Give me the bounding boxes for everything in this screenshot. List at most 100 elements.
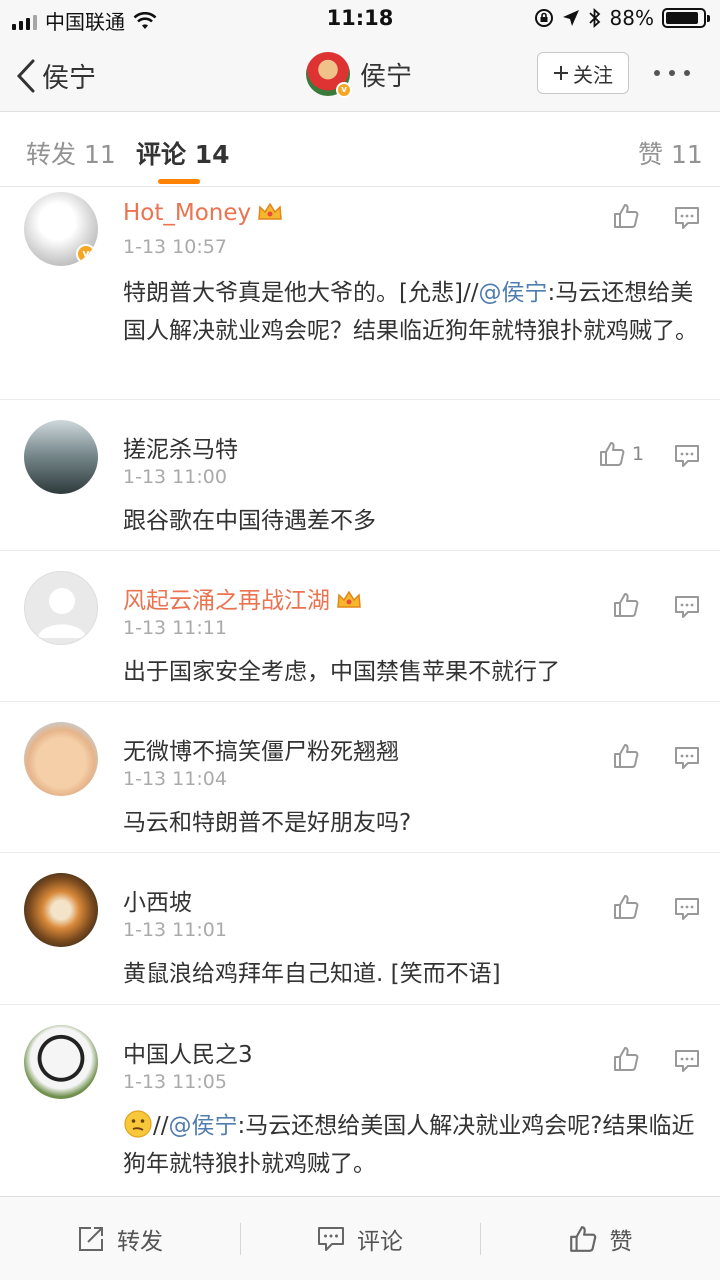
comment-text: 黄鼠浪给鸡拜年自己知道. [笑而不语] [123,955,703,993]
comment-item: 小西坡 1-13 11:01 黄鼠浪给鸡拜年自己知道. [笑而不语] [0,853,720,1005]
like-count: 1 [632,443,645,465]
chevron-left-icon [16,59,35,92]
tab-like[interactable]: 赞 11 [638,135,703,171]
like-button[interactable] [612,742,646,770]
comment-text-plain: 黄鼠浪给鸡拜年自己知道. [笑而不语] [123,961,501,987]
comment-icon [318,1226,344,1251]
thumb-up-icon [569,1225,596,1252]
follow-label: 关注 [573,62,613,87]
comment-item: 中国人民之3 1-13 11:05 //@侯宁:马云还想给美国人解决就业鸡会呢?… [0,1005,720,1195]
reply-bubble-icon[interactable] [674,897,700,921]
comment-time: 1-13 11:04 [123,768,227,790]
author-name: 搓泥杀马特 [123,437,238,463]
thinking-emoji-icon [124,1110,152,1138]
author-name: 小西坡 [123,890,192,916]
comment-author[interactable]: Hot_Money [123,200,283,226]
repost-icon [79,1226,103,1251]
comment-item: 搓泥杀马特 1-13 11:00 跟谷歌在中国待遇差不多 1 [0,400,720,551]
like-toolbar-button[interactable]: 赞 [480,1197,720,1280]
avatar[interactable] [24,722,98,796]
crown-icon [337,590,361,608]
battery-icon [662,8,710,28]
like-button[interactable] [612,202,646,230]
page-title: 侯宁 [360,61,413,92]
tab-repost[interactable]: 转发 11 [26,135,116,171]
avatar[interactable]: v [24,192,98,266]
reply-bubble-icon[interactable] [674,746,700,770]
repost-label: 转发 [117,1228,163,1255]
bluetooth-icon [588,8,600,28]
default-avatar-icon [38,588,86,638]
comment-time: 1-13 11:00 [123,466,227,488]
thumb-up-icon [614,1047,639,1071]
mention-link[interactable]: @侯宁 [478,280,547,306]
tab-comment[interactable]: 评论 14 [136,135,230,171]
follow-button[interactable]: 关注 [537,52,629,94]
like-button[interactable]: 1 [598,440,644,468]
author-name: 无微博不搞笑僵尸粉死翘翘 [123,739,399,765]
avatar[interactable] [24,873,98,947]
comment-text-plain: 马云和特朗普不是好朋友吗? [123,810,412,836]
thumb-up-icon [614,204,639,228]
battery-percent: 88% [609,6,654,30]
comment-text-plain: 跟谷歌在中国待遇差不多 [123,508,376,534]
comment-time: 1-13 11:01 [123,919,227,941]
repost-button[interactable]: 转发 [0,1197,240,1280]
comment-label: 评论 [357,1228,403,1255]
comment-time: 1-13 11:11 [123,617,227,639]
comment-time: 1-13 11:05 [123,1071,227,1093]
like-label: 赞 [609,1228,633,1255]
plus-icon [554,66,568,80]
comment-item: 风起云涌之再战江湖 1-13 11:11 出于国家安全考虑，中国禁售苹果不就行了 [0,551,720,702]
comment-item: v Hot_Money 1-13 10:57 特朗普大爷真是他大爷的。[允悲]/… [0,188,720,400]
thumb-up-icon [614,744,639,768]
tab-active-indicator [158,179,200,184]
tab-bar: 转发 11 评论 14 赞 11 [0,113,720,187]
back-button[interactable]: 侯宁 [16,56,96,95]
comment-author[interactable]: 中国人民之3 [123,1035,253,1069]
reply-bubble-icon[interactable] [674,206,700,230]
like-button[interactable] [612,1045,646,1073]
comment-text: 特朗普大爷真是他大爷的。[允悲]//@侯宁:马云还想给美国人解决就业鸡会呢？结果… [123,274,703,350]
comment-text: 跟谷歌在中国待遇差不多 [123,502,703,540]
verified-badge-icon: v [76,244,96,264]
nav-user[interactable]: v 侯宁 [306,52,413,98]
comment-text-plain: 特朗普大爷真是他大爷的。[允悲]// [123,280,479,306]
comment-author[interactable]: 风起云涌之再战江湖 [123,581,362,615]
comment-text: 马云和特朗普不是好朋友吗? [123,804,703,842]
comment-item: 无微博不搞笑僵尸粉死翘翘 1-13 11:04 马云和特朗普不是好朋友吗? [0,702,720,853]
bottom-toolbar: 转发 评论 赞 [0,1196,720,1280]
like-button[interactable] [612,893,646,921]
reply-bubble-icon[interactable] [674,1049,700,1073]
comment-author[interactable]: 小西坡 [123,883,192,917]
avatar[interactable] [24,571,98,645]
location-icon [562,10,579,26]
comment-text: //@侯宁:马云还想给美国人解决就业鸡会呢?结果临近狗年就特狼扑就鸡贼了。 [123,1107,703,1183]
battery-fill [666,12,698,24]
thumb-up-icon [614,593,639,617]
avatar[interactable] [24,420,98,494]
avatar: v [306,52,352,98]
author-name: 中国人民之3 [123,1042,253,1068]
status-right: 88% [534,6,710,30]
reply-bubble-icon[interactable] [674,444,700,468]
thumb-up-icon [614,895,639,919]
crown-icon [258,202,282,220]
mention-link[interactable]: @侯宁 [169,1113,238,1139]
comment-time: 1-13 10:57 [123,236,227,258]
reply-bubble-icon[interactable] [674,595,700,619]
more-menu-icon[interactable] [654,70,690,76]
comment-text-plain: 出于国家安全考虑，中国禁售苹果不就行了 [123,659,560,685]
comment-author[interactable]: 无微博不搞笑僵尸粉死翘翘 [123,732,399,766]
comment-text-prefix: // [153,1113,169,1139]
status-bar: 中国联通 11:18 88% [0,0,720,36]
like-button[interactable] [612,591,646,619]
nav-bar: 侯宁 v 侯宁 关注 [0,36,720,112]
thumb-up-icon [600,442,625,466]
comment-author[interactable]: 搓泥杀马特 [123,430,238,464]
verified-badge-icon: v [336,82,352,98]
avatar[interactable] [24,1025,98,1099]
author-name: Hot_Money [123,200,252,226]
author-name: 风起云涌之再战江湖 [123,588,330,614]
comment-button[interactable]: 评论 [240,1197,480,1280]
